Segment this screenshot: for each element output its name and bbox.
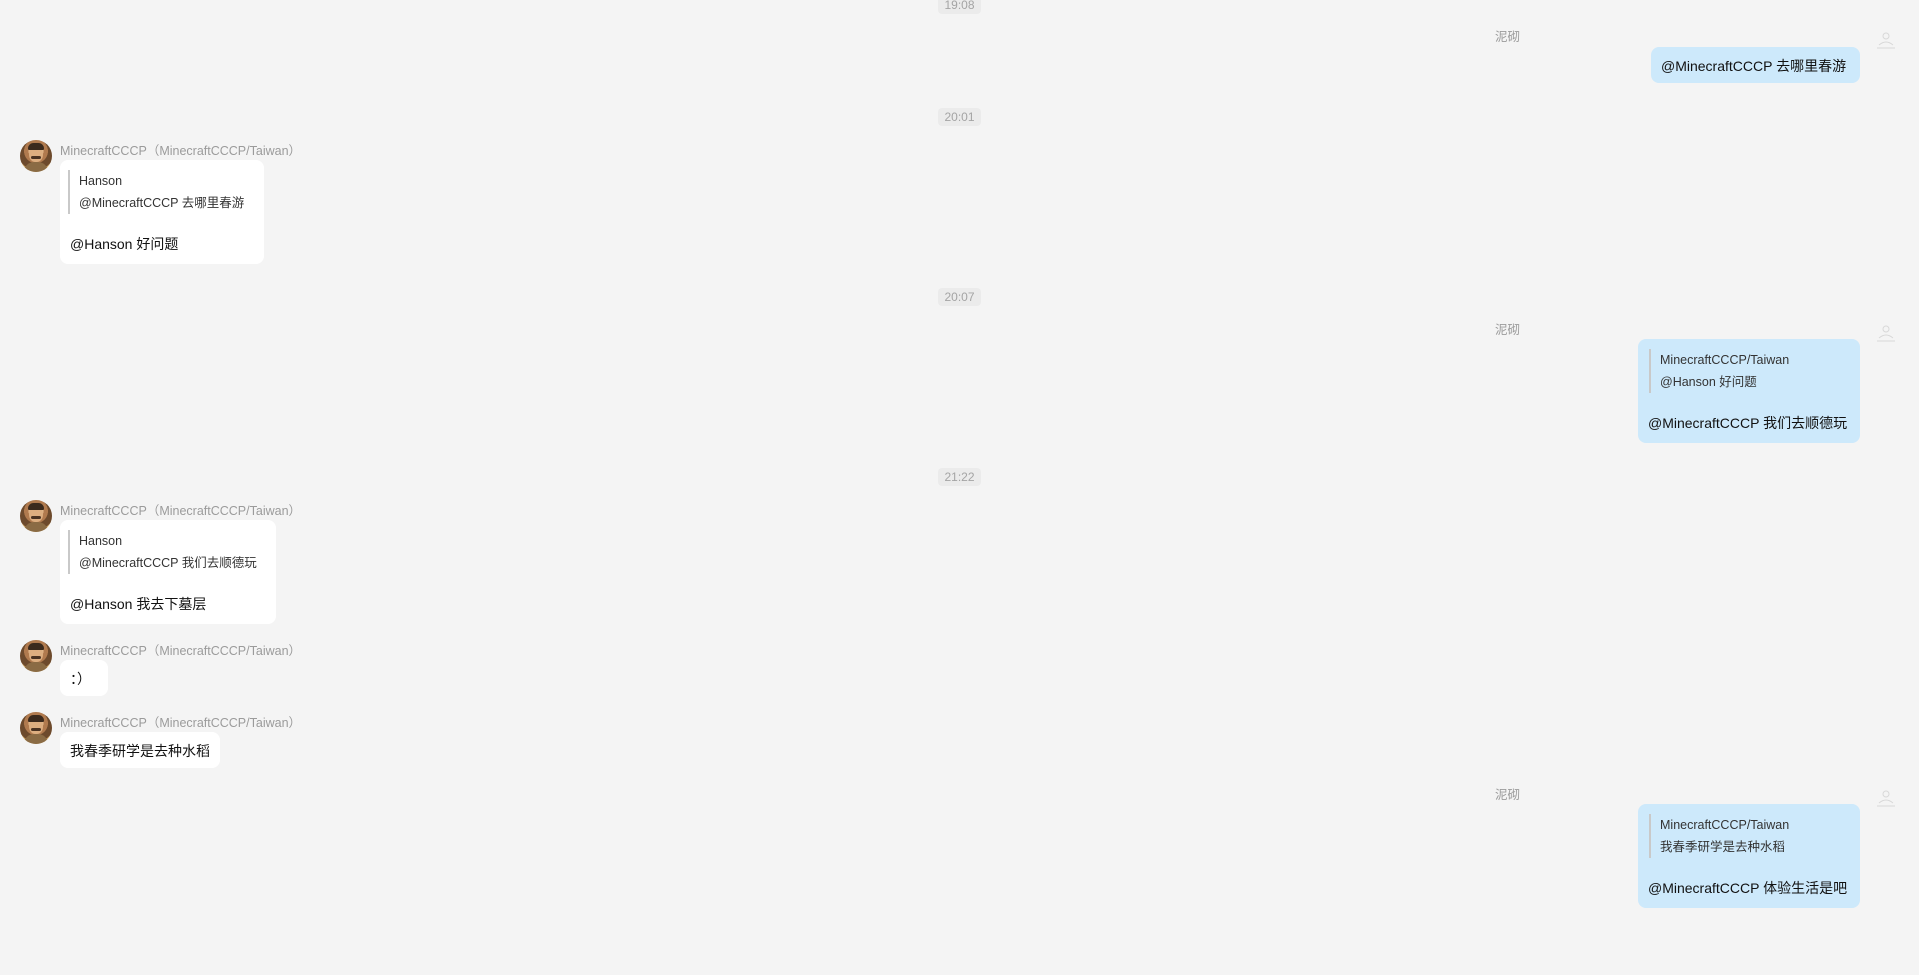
user-avatar[interactable]	[20, 500, 52, 532]
message-bubble-incoming[interactable]: Hanson @MinecraftCCCP 我们去顺德玩 @Hanson 我去下…	[60, 520, 276, 624]
sender-name: 泥砌	[1494, 30, 1520, 44]
sender-name: MinecraftCCCP（MinecraftCCCP/Taiwan）	[60, 716, 302, 730]
quote-text: @Hanson 好问题	[1660, 375, 1757, 389]
placeholder-avatar-icon[interactable]	[1875, 788, 1897, 808]
quoted-message: MinecraftCCCP/Taiwan @Hanson 好问题	[1649, 349, 1789, 393]
timestamp-text: 19:08	[938, 0, 981, 14]
message-bubble-incoming[interactable]: 我春季研学是去种水稻	[60, 732, 220, 768]
message-text: @MinecraftCCCP 体验生活是吧	[1648, 880, 1848, 896]
quote-author: MinecraftCCCP/Taiwan	[1660, 818, 1790, 832]
quote-text: 我春季研学是去种水稻	[1660, 840, 1786, 854]
quote-author: Hanson	[79, 174, 123, 188]
message-text: @Hanson 好问题	[70, 236, 179, 252]
user-avatar[interactable]	[20, 640, 52, 672]
quoted-message: Hanson @MinecraftCCCP 去哪里春游	[68, 170, 244, 214]
placeholder-avatar-icon[interactable]	[1875, 323, 1897, 343]
timestamp-divider: 21:22	[0, 468, 1919, 486]
sender-name: MinecraftCCCP（MinecraftCCCP/Taiwan）	[60, 504, 302, 518]
message-text: @MinecraftCCCP 我们去顺德玩	[1648, 415, 1848, 431]
sender-name: 泥砌	[1494, 323, 1520, 337]
chat-message-list[interactable]: 19:08 泥砌 @MinecraftCCCP 去哪里春游 20:01 Mine…	[0, 0, 1919, 975]
user-avatar[interactable]	[20, 712, 52, 744]
timestamp-text: 20:01	[938, 108, 981, 126]
quote-author: Hanson	[79, 534, 123, 548]
message-bubble-outgoing[interactable]: MinecraftCCCP/Taiwan 我春季研学是去种水稻 @Minecra…	[1638, 804, 1860, 908]
message-bubble-outgoing[interactable]: @MinecraftCCCP 去哪里春游	[1651, 47, 1860, 83]
message-text: 我春季研学是去种水稻	[70, 743, 210, 759]
message-bubble-outgoing[interactable]: MinecraftCCCP/Taiwan @Hanson 好问题 @Minecr…	[1638, 339, 1860, 443]
user-avatar[interactable]	[20, 140, 52, 172]
message-text: ：）	[70, 671, 91, 687]
message-bubble-incoming[interactable]: ：）	[60, 660, 108, 696]
quoted-message: Hanson @MinecraftCCCP 我们去顺德玩	[68, 530, 257, 574]
quoted-message: MinecraftCCCP/Taiwan 我春季研学是去种水稻	[1649, 814, 1789, 858]
timestamp-divider: 20:01	[0, 108, 1919, 126]
quote-text: @MinecraftCCCP 去哪里春游	[79, 196, 245, 210]
sender-name: MinecraftCCCP（MinecraftCCCP/Taiwan）	[60, 144, 302, 158]
placeholder-avatar-icon[interactable]	[1875, 30, 1897, 50]
message-text: @MinecraftCCCP 去哪里春游	[1661, 58, 1847, 74]
timestamp-divider: 20:07	[0, 288, 1919, 306]
quote-text: @MinecraftCCCP 我们去顺德玩	[79, 556, 257, 570]
quote-author: MinecraftCCCP/Taiwan	[1660, 353, 1790, 367]
timestamp-text: 21:22	[938, 468, 981, 486]
message-text: @Hanson 我去下墓层	[70, 596, 207, 612]
message-bubble-incoming[interactable]: Hanson @MinecraftCCCP 去哪里春游 @Hanson 好问题	[60, 160, 264, 264]
sender-name: MinecraftCCCP（MinecraftCCCP/Taiwan）	[60, 644, 302, 658]
timestamp-divider: 19:08	[0, 0, 1919, 14]
sender-name: 泥砌	[1494, 788, 1520, 802]
timestamp-text: 20:07	[938, 288, 981, 306]
